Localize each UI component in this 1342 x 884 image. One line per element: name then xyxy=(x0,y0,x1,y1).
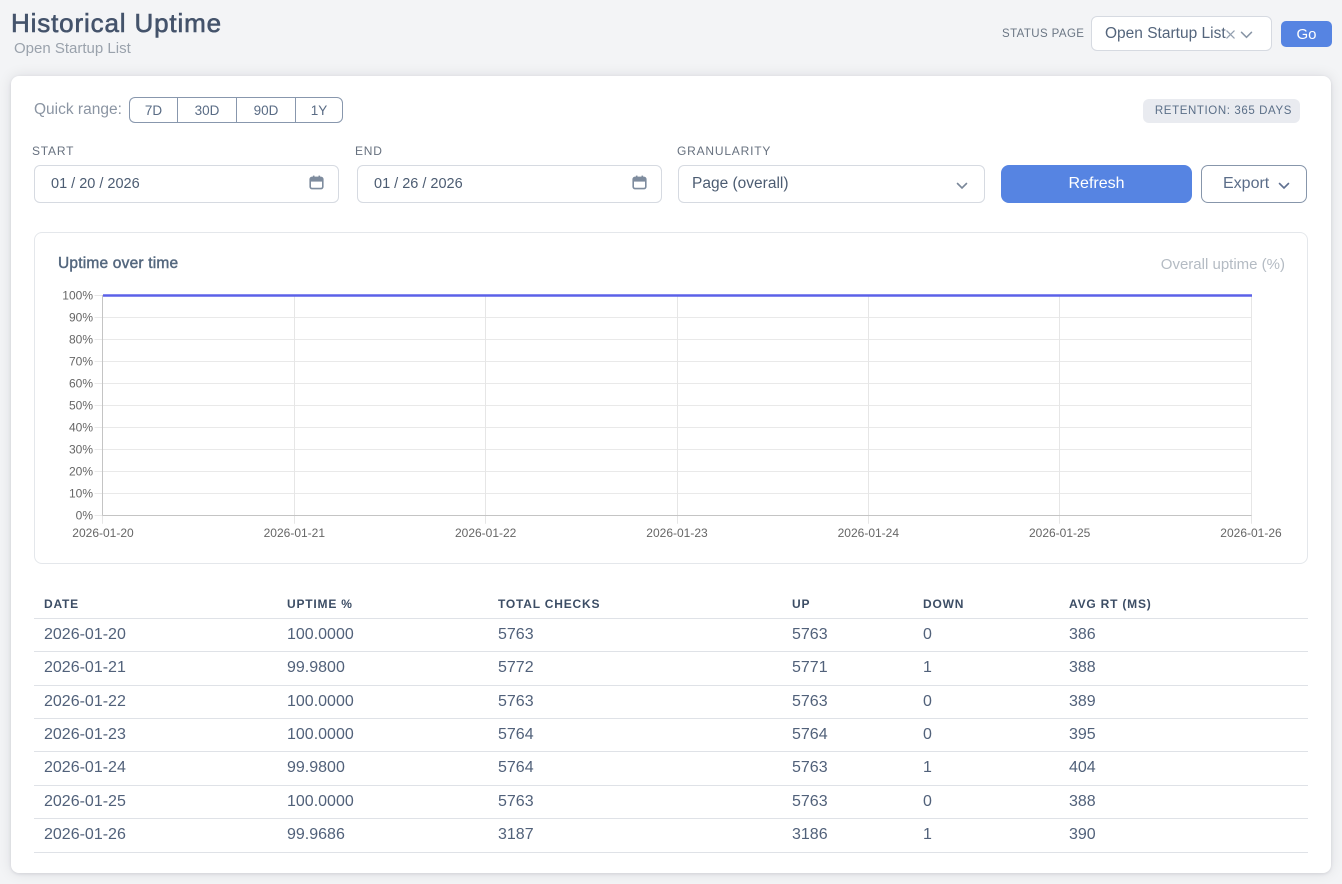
svg-text:2026-01-21: 2026-01-21 xyxy=(264,526,326,540)
svg-text:100%: 100% xyxy=(62,289,93,303)
svg-text:50%: 50% xyxy=(69,399,93,413)
svg-text:90%: 90% xyxy=(69,311,93,325)
svg-text:2026-01-24: 2026-01-24 xyxy=(838,526,900,540)
svg-text:2026-01-26: 2026-01-26 xyxy=(1220,526,1282,540)
svg-text:2026-01-25: 2026-01-25 xyxy=(1029,526,1091,540)
svg-text:2026-01-23: 2026-01-23 xyxy=(646,526,708,540)
svg-text:60%: 60% xyxy=(69,377,93,391)
svg-text:0%: 0% xyxy=(76,509,94,523)
svg-text:30%: 30% xyxy=(69,443,93,457)
svg-text:40%: 40% xyxy=(69,421,93,435)
svg-text:10%: 10% xyxy=(69,487,93,501)
svg-text:70%: 70% xyxy=(69,355,93,369)
svg-text:20%: 20% xyxy=(69,465,93,479)
svg-text:2026-01-22: 2026-01-22 xyxy=(455,526,517,540)
svg-text:2026-01-20: 2026-01-20 xyxy=(72,526,134,540)
svg-text:80%: 80% xyxy=(69,333,93,347)
